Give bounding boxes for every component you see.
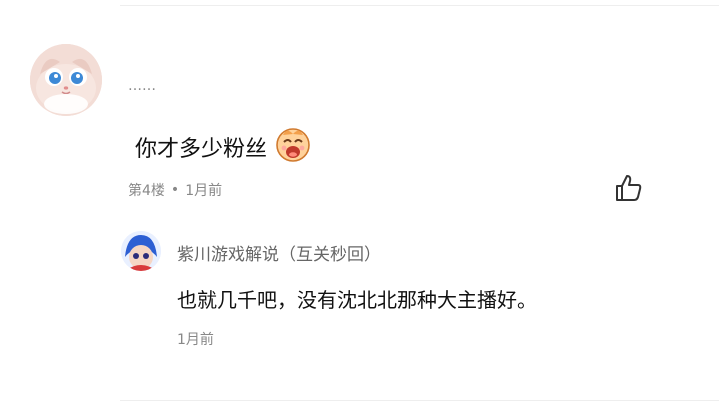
comment-time: 1月前 (185, 183, 223, 199)
top-divider (120, 5, 719, 6)
reply-username[interactable]: 紫川游戏解说（互关秒回） (177, 240, 381, 265)
thumbs-up-icon[interactable] (612, 172, 644, 204)
meta-separator: • (170, 182, 180, 198)
avatar-cat-art (30, 44, 102, 116)
reply-avatar-art (121, 231, 161, 271)
comment-content: 你才多少粉丝 (135, 124, 313, 170)
reply-time: 1月前 (177, 332, 214, 348)
bottom-divider (120, 400, 719, 401)
laughing-face-emoji-icon (273, 124, 313, 170)
comment-floor: 第4楼 (128, 183, 165, 199)
comment-text: 你才多少粉丝 (135, 137, 268, 162)
anime-girl-avatar-icon[interactable] (121, 231, 161, 271)
comment-meta: 第4楼 • 1月前 (128, 180, 222, 200)
comment-username[interactable]: …… (128, 78, 156, 94)
reply-text: 也就几千吧，没有沈北北那种大主播好。 (177, 288, 537, 312)
cat-avatar-icon[interactable] (30, 44, 102, 116)
